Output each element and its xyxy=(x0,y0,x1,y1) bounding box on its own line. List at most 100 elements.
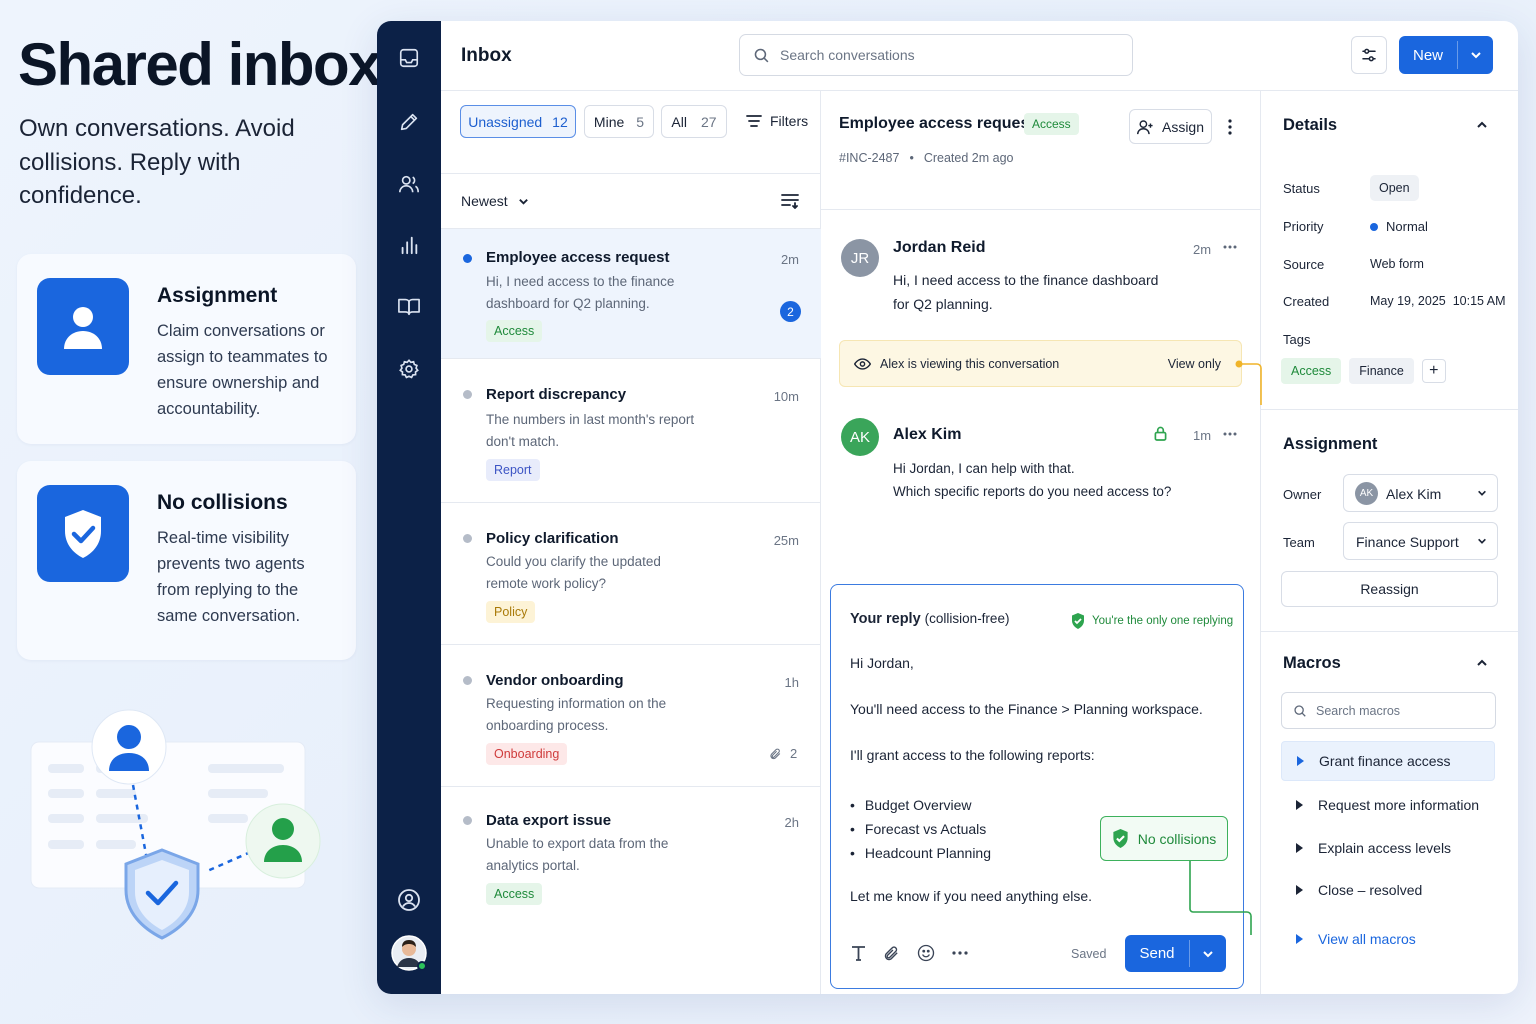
team-icon[interactable] xyxy=(396,171,422,197)
list-item[interactable]: Vendor onboarding 1h Requesting informat… xyxy=(441,645,821,787)
view-settings-button[interactable] xyxy=(1351,36,1387,74)
list-item[interactable]: Data export issue 2h Unable to export da… xyxy=(441,787,821,921)
item-preview: Could you clarify the updated remote wor… xyxy=(486,554,661,591)
sort-order-icon[interactable] xyxy=(781,193,799,209)
assign-button[interactable]: Assign xyxy=(1129,109,1212,144)
reply-composer[interactable]: Your reply (collision-free) You're the o… xyxy=(830,584,1244,989)
item-preview: Hi, I need access to the finance dashboa… xyxy=(486,274,675,311)
tag-list: Access Finance + xyxy=(1281,358,1446,384)
settings-icon[interactable] xyxy=(396,356,422,382)
reply-bullets: • Budget Overview • Forecast vs Actuals • H… xyxy=(850,793,991,865)
list-item[interactable]: Report discrepancy 10m The numbers in la… xyxy=(441,359,821,503)
search-icon xyxy=(753,47,770,64)
macro-search-placeholder: Search macros xyxy=(1316,703,1401,718)
eye-icon xyxy=(854,357,871,370)
macro-item[interactable]: Explain access levels xyxy=(1281,828,1495,868)
chevron-down-icon[interactable] xyxy=(1458,36,1493,74)
macro-search-input[interactable]: Search macros xyxy=(1281,692,1496,729)
owner-select[interactable]: AK Alex Kim xyxy=(1343,474,1498,512)
filters-button[interactable]: Filters xyxy=(746,113,808,129)
knowledge-icon[interactable] xyxy=(396,293,422,319)
item-tag: Report xyxy=(486,459,540,481)
send-button[interactable]: Send xyxy=(1125,935,1226,972)
formatting-toolbar xyxy=(851,944,968,962)
item-title: Employee access request xyxy=(486,249,670,266)
chevron-down-icon[interactable] xyxy=(1190,935,1226,972)
list-item[interactable]: Employee access request 2m Hi, I need ac… xyxy=(441,229,821,359)
tags-label: Tags xyxy=(1283,332,1311,347)
reports-icon[interactable] xyxy=(396,232,422,258)
compose-icon[interactable] xyxy=(396,109,422,135)
chevron-down-icon xyxy=(518,198,528,205)
reply-line: You'll need access to the Finance > Plan… xyxy=(850,701,1203,717)
macro-item[interactable]: Request more information xyxy=(1281,785,1495,825)
filters-label: Filters xyxy=(770,113,809,129)
macro-item[interactable]: Grant finance access xyxy=(1281,741,1495,781)
emoji-icon[interactable] xyxy=(917,944,935,962)
bullet-item: Budget Overview xyxy=(864,797,972,813)
priority-value[interactable]: Normal xyxy=(1370,219,1428,234)
message-line: Hi Jordan, I can help with that. xyxy=(893,461,1075,476)
chevron-up-icon[interactable] xyxy=(1476,119,1488,131)
status-badge[interactable]: Open xyxy=(1370,175,1419,201)
viewing-notice: Alex is viewing this conversation View o… xyxy=(839,340,1242,387)
priority-dot xyxy=(1370,222,1378,231)
no-collisions-connector xyxy=(1189,861,1252,935)
inbox-icon[interactable] xyxy=(396,45,422,71)
message-line: Hi, I need access to the finance dashboa… xyxy=(893,272,1159,288)
reply-status-text: You're the only one replying xyxy=(1092,615,1234,627)
bullet-item: Forecast vs Actuals xyxy=(864,821,987,837)
detail-label: Priority xyxy=(1283,219,1324,234)
new-button[interactable]: New xyxy=(1399,36,1493,74)
tab-unassigned[interactable]: Unassigned 12 xyxy=(460,105,576,138)
feature-card-assignment: Assignment Claim conversations or assign… xyxy=(17,254,356,444)
conversation-tag: Access xyxy=(1024,113,1079,135)
conversation-panel: Employee access request Access #INC-2487… xyxy=(821,91,1262,994)
detail-label: Source xyxy=(1283,257,1325,272)
tag-chip[interactable]: Finance xyxy=(1349,358,1414,384)
list-item[interactable]: Policy clarification 25m Could you clari… xyxy=(441,503,821,645)
item-tag: Access xyxy=(486,883,543,905)
add-tag-button[interactable]: + xyxy=(1421,359,1446,383)
feature-title: Assignment xyxy=(157,284,278,307)
assign-label: Assign xyxy=(1161,118,1205,135)
tab-all[interactable]: All 27 xyxy=(661,105,727,138)
reassign-button[interactable]: Reassign xyxy=(1281,571,1498,607)
send-label: Send xyxy=(1139,945,1175,962)
chevron-up-icon[interactable] xyxy=(1476,657,1488,669)
detail-label: Created xyxy=(1283,294,1330,309)
paperclip-icon[interactable] xyxy=(883,945,900,962)
play-icon xyxy=(1297,756,1304,766)
macro-item[interactable]: Close – resolved xyxy=(1281,870,1495,910)
details-heading: Details xyxy=(1283,116,1338,134)
more-horizontal-icon[interactable] xyxy=(1223,245,1237,249)
more-horizontal-icon[interactable] xyxy=(952,951,968,955)
divider xyxy=(1261,631,1518,632)
tab-label: Mine xyxy=(593,113,625,130)
search-input[interactable]: Search conversations xyxy=(739,34,1133,76)
message-body: Hi Jordan, I can help with that. Which s… xyxy=(893,457,1171,503)
item-tag: Policy xyxy=(486,601,536,623)
help-icon[interactable] xyxy=(396,887,422,913)
tag-chip[interactable]: Access xyxy=(1281,358,1342,384)
status-dot xyxy=(463,390,472,399)
profile-avatar[interactable] xyxy=(391,935,427,971)
text-format-icon[interactable] xyxy=(851,945,866,961)
macro-label: Grant finance access xyxy=(1319,753,1451,769)
detail-label: Status xyxy=(1283,181,1320,196)
item-title: Policy clarification xyxy=(486,530,619,547)
sort-dropdown[interactable]: Newest xyxy=(461,193,529,209)
more-horizontal-icon[interactable] xyxy=(1223,432,1237,436)
tab-mine[interactable]: Mine 5 xyxy=(584,105,654,138)
play-icon xyxy=(1296,843,1303,853)
reply-heading-note: (collision-free) xyxy=(924,611,1010,626)
more-vertical-icon[interactable] xyxy=(1227,119,1233,135)
view-all-macros-link[interactable]: View all macros xyxy=(1281,919,1495,959)
sort-label: Newest xyxy=(461,193,508,209)
item-tag: Access xyxy=(486,320,543,342)
team-select[interactable]: Finance Support xyxy=(1343,522,1498,560)
feature-text: Claim conversations or assign to teammat… xyxy=(157,322,328,418)
user-icon xyxy=(37,278,129,375)
sliders-icon xyxy=(1362,48,1376,62)
reply-status: You're the only one replying xyxy=(1071,613,1233,629)
